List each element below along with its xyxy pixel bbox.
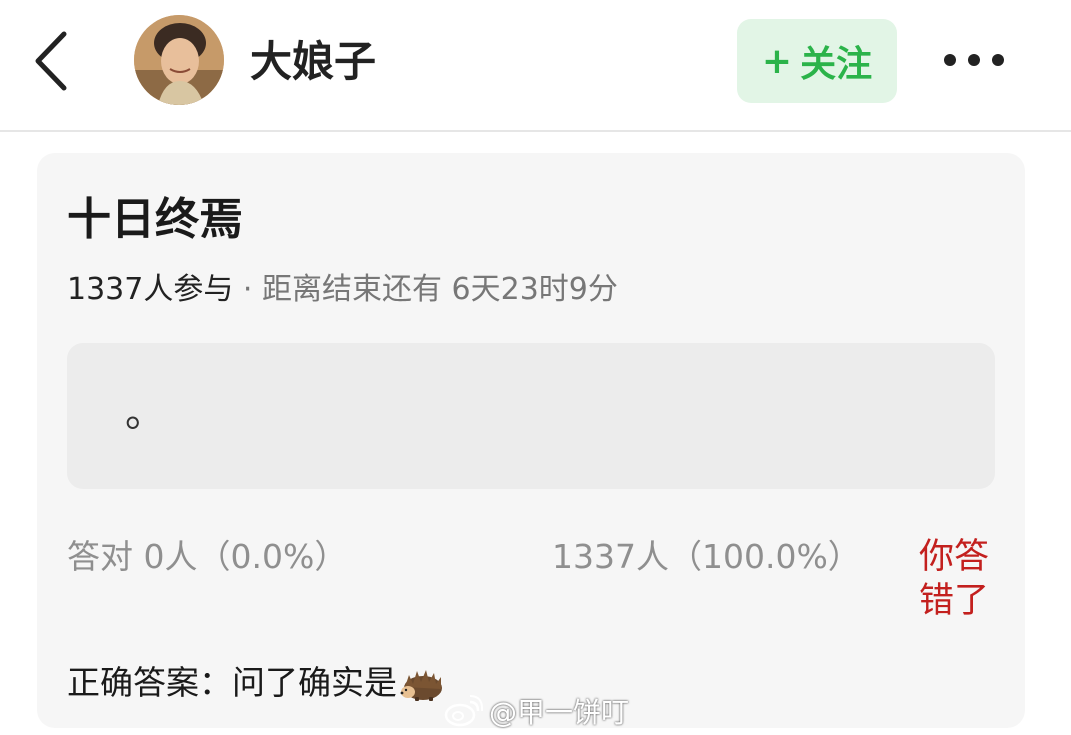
meta-separator: · (242, 272, 253, 307)
chevron-left-icon (35, 31, 67, 91)
participants-count: 1337人参与 (67, 272, 234, 307)
weibo-logo-icon (444, 695, 483, 727)
plus-icon: + (761, 40, 793, 82)
more-options-button[interactable] (938, 40, 1010, 80)
countdown-text: 距离结束还有 6天23时9分 (262, 272, 618, 307)
hedgehog-icon (400, 670, 442, 701)
your-result-label: 你答错了 (919, 537, 990, 621)
follow-button[interactable]: + 关注 (737, 19, 897, 103)
correct-answer-text: 正确答案：问了确实是 (67, 663, 397, 702)
correct-answer: 正确答案：问了确实是 (67, 661, 445, 705)
follow-label: 关注 (800, 44, 873, 85)
more-dot-icon (968, 54, 980, 66)
question-text: 。 (125, 390, 165, 436)
question-box: 。 (67, 343, 995, 489)
correct-stat: 答对 0人（0.0%） (67, 537, 348, 576)
more-dot-icon (944, 54, 956, 66)
avatar[interactable] (134, 15, 224, 105)
more-dot-icon (992, 54, 1004, 66)
watermark: @甲一饼叮 (443, 692, 629, 730)
watermark-text: @甲一饼叮 (489, 696, 630, 729)
back-button[interactable] (28, 28, 76, 94)
quiz-card: 十日终焉 1337人参与 · 距离结束还有 6天23时9分 。 答对 0人（0.… (37, 153, 1025, 728)
quiz-title: 十日终焉 (67, 194, 243, 245)
username[interactable]: 大娘子 (250, 36, 376, 88)
top-navigation-bar: 大娘子 + 关注 (0, 0, 1071, 132)
quiz-meta: 1337人参与 · 距离结束还有 6天23时9分 (67, 270, 618, 310)
wrong-stat: 1337人（100.0%） (552, 537, 861, 576)
